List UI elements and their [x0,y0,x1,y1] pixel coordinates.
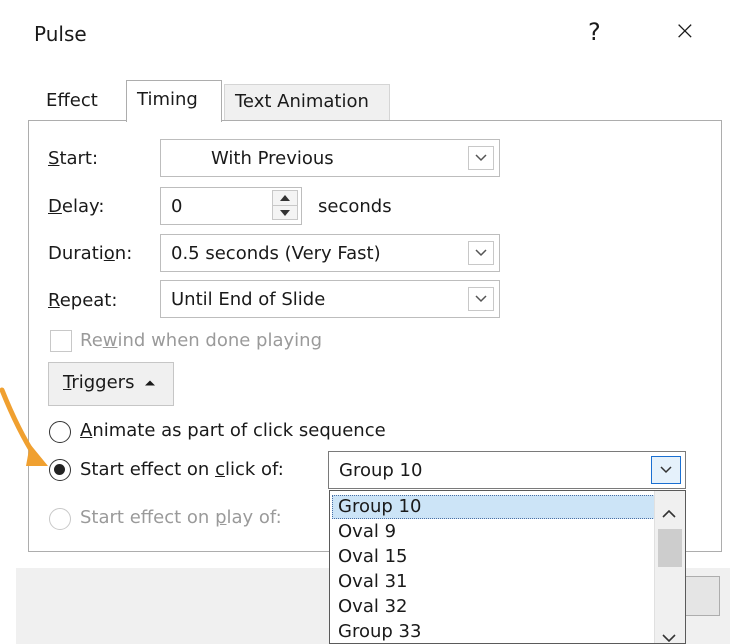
radio-start-on-play-label: Start effect on play of: [80,507,282,528]
rewind-label: Rewind when done playing [80,330,322,351]
repeat-select[interactable]: Until End of Slide [160,280,500,318]
list-item[interactable]: Group 33 [332,620,657,643]
scroll-up-icon[interactable] [662,503,678,518]
duration-label: Duration: [48,243,133,264]
scroll-down-icon[interactable] [662,627,678,643]
triggers-button[interactable]: Triggers ⏶ [48,362,174,406]
duration-select[interactable]: 0.5 seconds (Very Fast) [160,234,500,272]
list-item[interactable]: Oval 9 [332,520,657,544]
collapse-up-icon: ⏶ [144,376,156,392]
click-object-select[interactable]: Group 10 [328,451,686,489]
click-object-chevron-down-icon[interactable] [651,456,681,484]
delay-label: Delay: [48,196,105,217]
start-label: Start: [48,148,99,169]
click-object-value: Group 10 [339,460,423,481]
spin-down-icon[interactable] [273,205,297,220]
close-button[interactable]: × [674,16,696,46]
object-dropdown-list[interactable]: Group 10 Oval 9 Oval 15 Oval 31 Oval 32 … [329,490,686,644]
delay-unit: seconds [318,196,392,217]
tab-text-animation[interactable]: Text Animation [224,84,390,121]
radio-start-on-click-label: Start effect on click of: [80,459,284,480]
rewind-checkbox[interactable] [50,330,72,352]
list-item[interactable]: Group 10 [332,495,657,519]
duration-chevron-down-icon[interactable] [468,241,494,265]
duration-value: 0.5 seconds (Very Fast) [171,243,381,264]
tab-timing[interactable]: Timing [126,80,222,122]
callout-arrow-icon [0,380,54,480]
radio-click-sequence-label: Animate as part of click sequence [80,420,386,441]
start-select[interactable]: With Previous [160,139,500,177]
radio-start-on-play[interactable] [49,508,71,530]
delay-value: 0 [171,196,183,217]
list-item[interactable]: Oval 32 [332,595,657,619]
title-bar [14,0,733,78]
start-value: With Previous [211,148,334,169]
start-chevron-down-icon[interactable] [468,146,494,170]
dialog-title: Pulse [34,22,87,46]
delay-spinner[interactable] [272,190,298,220]
list-item[interactable]: Oval 15 [332,545,657,569]
repeat-chevron-down-icon[interactable] [468,287,494,311]
list-item[interactable]: Oval 31 [332,570,657,594]
scroll-thumb[interactable] [658,529,682,567]
spin-up-icon[interactable] [273,191,297,205]
repeat-value: Until End of Slide [171,289,326,310]
tab-effect[interactable]: Effect [36,84,120,121]
help-button[interactable]: ? [588,18,601,46]
repeat-label: Repeat: [48,290,118,311]
